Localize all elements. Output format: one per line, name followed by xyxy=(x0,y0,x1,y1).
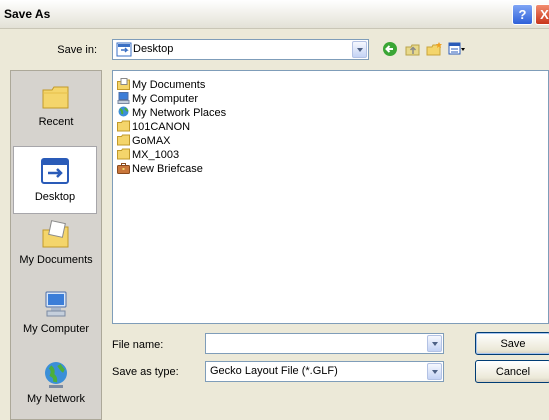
my-documents-icon xyxy=(42,220,69,248)
save-as-type-value: Gecko Layout File (*.GLF) xyxy=(210,365,338,377)
save-in-dropdown[interactable]: Desktop xyxy=(112,39,369,60)
title-bar[interactable]: Save As ? X xyxy=(0,0,549,29)
list-item[interactable]: 101CANON xyxy=(117,120,190,133)
views-menu-icon[interactable] xyxy=(448,41,466,57)
place-recent[interactable]: Recent xyxy=(11,81,101,128)
list-item[interactable]: New Briefcase xyxy=(117,162,203,175)
save-in-label: Save in: xyxy=(57,44,97,56)
up-folder-icon[interactable] xyxy=(404,41,422,57)
folder-icon xyxy=(117,134,130,146)
my-documents-icon xyxy=(117,78,130,90)
list-item[interactable]: GoMAX xyxy=(117,134,171,147)
briefcase-icon xyxy=(117,163,130,174)
my-computer-icon xyxy=(117,92,130,104)
save-in-value: Desktop xyxy=(133,43,174,55)
window-title: Save As xyxy=(4,7,51,21)
folder-icon xyxy=(117,148,130,160)
place-label-my-documents: My Documents xyxy=(19,254,93,266)
list-item[interactable]: MX_1003 xyxy=(117,148,179,161)
close-button[interactable]: X xyxy=(535,4,549,25)
network-places-icon xyxy=(118,106,129,117)
place-label-my-network: My Network xyxy=(26,393,86,405)
place-my-network[interactable]: My Network xyxy=(11,358,101,405)
places-bar: Recent Desktop My Documents My Computer xyxy=(10,70,102,420)
cancel-button[interactable]: Cancel xyxy=(475,360,549,383)
list-item[interactable]: My Network Places xyxy=(117,106,226,119)
place-label-desktop: Desktop xyxy=(34,191,76,203)
file-list[interactable]: My Documents My Computer My Network Plac… xyxy=(112,70,549,324)
place-label-recent: Recent xyxy=(38,116,74,128)
place-my-documents[interactable]: My Documents xyxy=(11,219,101,266)
my-network-icon xyxy=(45,362,67,388)
place-desktop[interactable]: Desktop xyxy=(13,146,97,214)
desktop-icon xyxy=(41,158,69,184)
save-as-type-dropdown[interactable]: Gecko Layout File (*.GLF) xyxy=(205,361,444,382)
back-arrow-icon[interactable] xyxy=(382,41,400,57)
list-item[interactable]: My Computer xyxy=(117,92,198,105)
place-my-computer[interactable]: My Computer xyxy=(11,288,101,335)
my-computer-icon xyxy=(45,291,67,317)
recent-folder-icon xyxy=(42,86,69,109)
place-label-my-computer: My Computer xyxy=(22,323,90,335)
save-button[interactable]: Save xyxy=(475,332,549,355)
list-item[interactable]: My Documents xyxy=(117,78,205,91)
file-name-input[interactable] xyxy=(205,333,444,354)
help-button[interactable]: ? xyxy=(512,4,533,25)
chevron-down-icon[interactable] xyxy=(427,335,442,352)
desktop-icon xyxy=(116,42,132,57)
file-name-label: File name: xyxy=(112,339,164,351)
save-as-type-label: Save as type: xyxy=(112,366,179,378)
chevron-down-icon[interactable] xyxy=(352,41,367,58)
folder-icon xyxy=(117,120,130,132)
chevron-down-icon[interactable] xyxy=(427,363,442,380)
new-folder-icon[interactable] xyxy=(426,41,444,57)
